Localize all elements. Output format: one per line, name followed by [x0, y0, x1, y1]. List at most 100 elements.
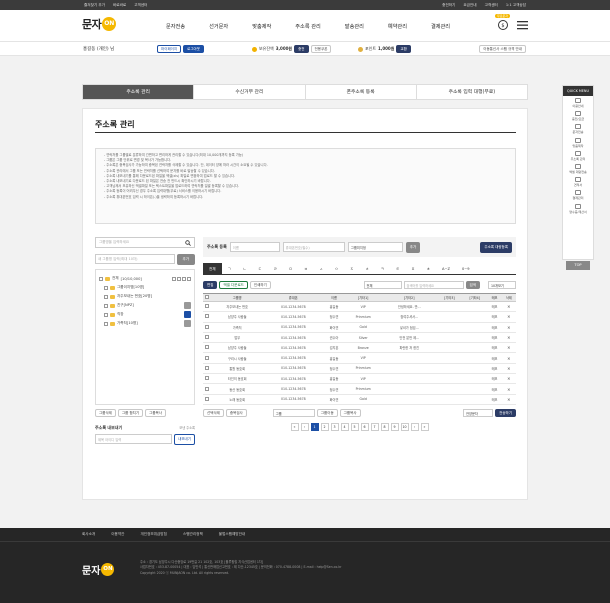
prev-page-button[interactable]: ‹	[300, 422, 309, 431]
nav-reserve[interactable]: 예약관리	[388, 23, 407, 30]
table-row[interactable]: 남양주 사람들 010-1234-5678 정수연 Prinmium 참여주셔서... 메…	[203, 311, 516, 323]
memo-button[interactable]: 메모	[487, 373, 502, 385]
quick-item[interactable]: 충전/요금	[563, 109, 593, 122]
close-icon[interactable]: ✕	[507, 304, 510, 309]
next-page-button[interactable]: ›	[410, 422, 419, 431]
row-checkbox[interactable]	[205, 396, 209, 401]
close-icon[interactable]: ✕	[507, 376, 510, 381]
alpha-tab[interactable]: ㅁ	[283, 263, 298, 275]
send-button[interactable]: 전송하기	[495, 408, 516, 417]
alpha-tab[interactable]: ㅋ	[375, 263, 390, 275]
nav-custom[interactable]: 맞춤제작	[252, 23, 271, 30]
alpha-tab[interactable]: ㄱ	[222, 263, 237, 275]
merge-group-button[interactable]: 그룹 합치기	[117, 409, 144, 417]
memo-button[interactable]: 메모	[487, 363, 502, 375]
page-button[interactable]: 2	[320, 422, 329, 431]
delete-button[interactable]: ✕	[501, 322, 516, 333]
col-etc3[interactable]: [기타3]	[436, 293, 463, 302]
print-button[interactable]: 인쇄하기	[249, 281, 271, 289]
logo[interactable]: 문자 ON	[82, 16, 117, 32]
delete-button[interactable]: ✕	[501, 373, 516, 385]
check-icon[interactable]	[184, 311, 191, 318]
move-group-button[interactable]: 그룹이동	[316, 408, 338, 417]
charge-link[interactable]: 충전하기	[442, 3, 455, 8]
row-checkbox[interactable]	[205, 335, 209, 340]
delete-button[interactable]: ✕	[501, 301, 516, 313]
col-etc2[interactable]: [기타2]	[381, 293, 437, 302]
group-checkbox[interactable]	[104, 294, 108, 299]
exchange-button[interactable]: 교환	[396, 45, 411, 53]
name-input[interactable]: 이름	[229, 242, 280, 252]
edit-icon[interactable]	[184, 302, 191, 309]
alpha-tab[interactable]: ㄴ	[237, 263, 252, 275]
alpha-tab[interactable]: ㅂ	[298, 263, 313, 275]
tab-address-manage[interactable]: 주소록 관리	[83, 85, 195, 99]
charge-button[interactable]: 충전	[294, 45, 309, 53]
alpha-tab[interactable]: ㅇ	[329, 263, 344, 275]
tree-item[interactable]: 친구[NPZ]	[99, 301, 191, 310]
table-row[interactable]: 남양주 사람들 010-1234-5678 김지훈 Bronze 파란한 저 한진 메모 ✕	[203, 342, 516, 354]
memo-button[interactable]: 메모	[487, 332, 502, 344]
memo-button[interactable]: 메모	[487, 383, 502, 395]
row-checkbox[interactable]	[205, 386, 209, 391]
tab-input-agency[interactable]: 주소록 입력 대행(무료)	[417, 85, 527, 99]
row-checkbox[interactable]	[205, 314, 209, 319]
quick-link[interactable]: 바로바로	[113, 3, 126, 8]
delete-button[interactable]: ✕	[501, 383, 516, 395]
target-group-select[interactable]: 그룹	[272, 408, 315, 417]
menu-icon[interactable]	[517, 20, 528, 30]
page-button[interactable]: 5	[350, 422, 359, 431]
memo-button[interactable]: 메모	[487, 322, 502, 333]
page-button[interactable]: 3	[330, 422, 339, 431]
table-row[interactable]: 업무 010-1234-5678 권수아 Silver 안전 분만 제... 메모 ✕	[203, 332, 516, 344]
tree-up-icon[interactable]	[172, 276, 176, 281]
export-title-input[interactable]: 제목 아이디 입력	[95, 434, 173, 444]
table-row[interactable]: 가족처 010-1234-5678 화이연 Gold 넣셔가 점검... 메모 ✕	[203, 322, 516, 333]
delete-button[interactable]: ✕	[501, 352, 516, 364]
delete-button[interactable]: ✕	[501, 363, 516, 375]
delete-button[interactable]: ✕	[501, 342, 516, 354]
excel-download-button[interactable]: 엑셀 다운로드	[219, 281, 248, 289]
logout-button[interactable]: 로그아웃	[183, 45, 204, 53]
delete-button[interactable]: ✕	[501, 311, 516, 323]
col-etc1[interactable]: [기타1]	[344, 293, 382, 302]
tab-reject-manage[interactable]: 수신거부 관리	[194, 85, 306, 99]
delete-group-button[interactable]: 그룹삭제	[95, 409, 116, 417]
tree-item[interactable]: 자주보내는 번호[20명]	[99, 292, 191, 301]
copy-group-button[interactable]: 그룹복사	[145, 409, 166, 417]
tab-phone-register[interactable]: 폰주소록 등록	[306, 85, 417, 99]
tree-item[interactable]: 직장	[99, 310, 191, 319]
duplicate-check-button[interactable]: 중복검사	[225, 408, 247, 417]
row-checkbox[interactable]	[205, 324, 209, 329]
page-button[interactable]: 7	[370, 422, 379, 431]
last-page-button[interactable]: »	[420, 422, 429, 431]
close-icon[interactable]: ✕	[507, 325, 510, 330]
table-row[interactable]: 동산 동호회 010-1234-5678 정수연 Prinmium 메모 ✕	[203, 383, 516, 395]
mypage-button[interactable]: 마이페이지	[157, 45, 182, 53]
memo-button[interactable]: 메모	[487, 352, 502, 364]
footer-link[interactable]: 회사소개	[82, 532, 95, 537]
delete-button[interactable]: ✕	[501, 332, 516, 344]
export-button[interactable]: 내보내기	[174, 434, 195, 445]
footer-link[interactable]: 이용약관	[111, 532, 124, 537]
alpha-tab[interactable]: ㅍ	[405, 263, 420, 275]
group-checkbox[interactable]	[104, 321, 108, 326]
alpha-tab[interactable]: ㅊ	[359, 263, 374, 275]
alpha-tab[interactable]: ㅅ	[314, 263, 329, 275]
memo-button[interactable]: 메모	[487, 301, 502, 313]
search-icon[interactable]	[185, 239, 191, 246]
col-group[interactable]: 그룹명	[211, 293, 264, 302]
page-button[interactable]: 1	[310, 422, 319, 431]
table-row[interactable]: 노래 동호회 010-1234-5678 화이연 Gold 메모 ✕	[203, 394, 516, 405]
add-group-button[interactable]: 추가	[176, 254, 195, 265]
delete-selected-button[interactable]: 선택삭제	[203, 408, 224, 417]
group-checkbox[interactable]	[104, 285, 108, 290]
alpha-tab[interactable]: ㄹ	[268, 263, 283, 275]
coin-button[interactable]: 무료문자 $	[495, 14, 511, 31]
delete-button[interactable]: ✕	[501, 394, 516, 405]
top-button[interactable]: TOP	[566, 261, 590, 270]
edit-button[interactable]: 편집	[203, 281, 218, 289]
nav-payment[interactable]: 결제관리	[431, 23, 450, 30]
cs-link[interactable]: 고객센터	[485, 3, 498, 8]
alpha-tab[interactable]: A~Z	[436, 263, 456, 275]
